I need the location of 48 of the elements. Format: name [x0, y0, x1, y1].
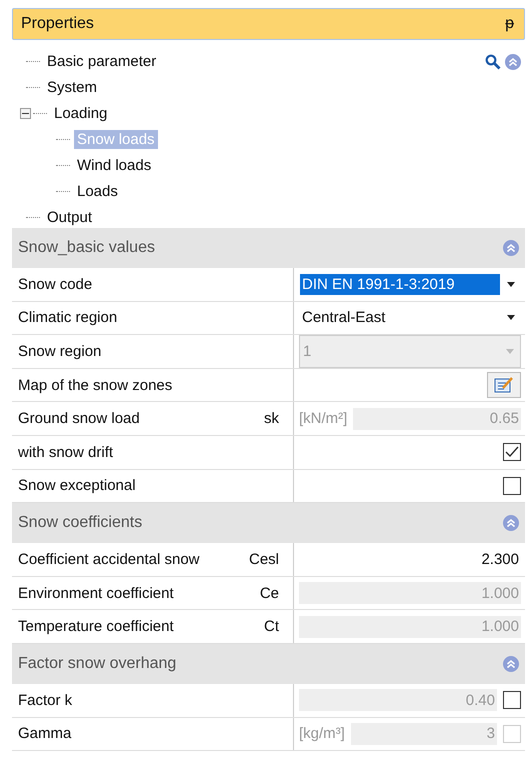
caret-icon [507, 315, 515, 320]
caret-icon [506, 348, 514, 354]
property-label: Gamma [18, 725, 72, 742]
property-label: Snow exceptional [18, 477, 136, 494]
symbol-label: Cesl [248, 550, 279, 568]
property-label: Environment coefficient [18, 584, 174, 602]
property-label: Ground snow load [18, 410, 140, 428]
pin-icon[interactable]: ᵽ [505, 15, 514, 33]
property-label: Coefficient accidental snow [18, 550, 200, 568]
tree-item[interactable]: System [44, 78, 100, 96]
section-header[interactable]: Snow_basic values [12, 228, 525, 268]
symbol-label: Ct [264, 618, 279, 636]
unit-label: [kg/m³] [299, 725, 345, 742]
property-label: Snow code [18, 276, 92, 293]
tree-item[interactable]: Loads [74, 182, 121, 200]
tree-item[interactable]: Basic parameter [44, 52, 160, 70]
property-label: Temperature coefficient [18, 618, 174, 636]
section-title: Snow coefficients [18, 514, 142, 532]
collapse-icon[interactable] [503, 515, 519, 532]
edit-button[interactable] [487, 372, 521, 398]
section-header[interactable]: Snow coefficients [12, 503, 525, 544]
property-label: Factor k [18, 692, 72, 709]
tree-item[interactable]: Output [44, 208, 96, 226]
tree-item[interactable]: Loading [51, 104, 110, 122]
section-header[interactable]: Factor snow overhang [12, 644, 525, 684]
section-title: Factor snow overhang [18, 654, 176, 673]
checkbox[interactable] [503, 443, 521, 462]
collapse-icon[interactable] [503, 656, 519, 672]
collapse-icon[interactable] [503, 240, 519, 256]
checkbox[interactable] [503, 476, 521, 495]
collapse-toggle[interactable] [20, 108, 31, 118]
dropdown-value: DIN EN 1991-1-3:2019 [300, 274, 500, 295]
unit-label: [kN/m²] [299, 410, 348, 428]
property-label: Snow region [18, 342, 102, 360]
property-label: Map of the snow zones [18, 376, 172, 394]
tree-item[interactable]: Wind loads [74, 156, 154, 174]
symbol-label: sk [264, 410, 279, 428]
search-icon[interactable] [485, 54, 501, 70]
property-label: Climatic region [18, 309, 118, 326]
number-field[interactable]: 2.300 [299, 548, 521, 570]
panel-title: Properties [21, 15, 94, 33]
dropdown-value: 1 [302, 342, 312, 362]
section-title: Snow_basic values [18, 239, 155, 257]
dropdown-value: Central-East [301, 308, 386, 328]
caret-icon [507, 282, 515, 287]
symbol-label: Ce [260, 584, 279, 602]
property-label: with snow drift [18, 444, 114, 461]
edit-icon [494, 376, 514, 394]
